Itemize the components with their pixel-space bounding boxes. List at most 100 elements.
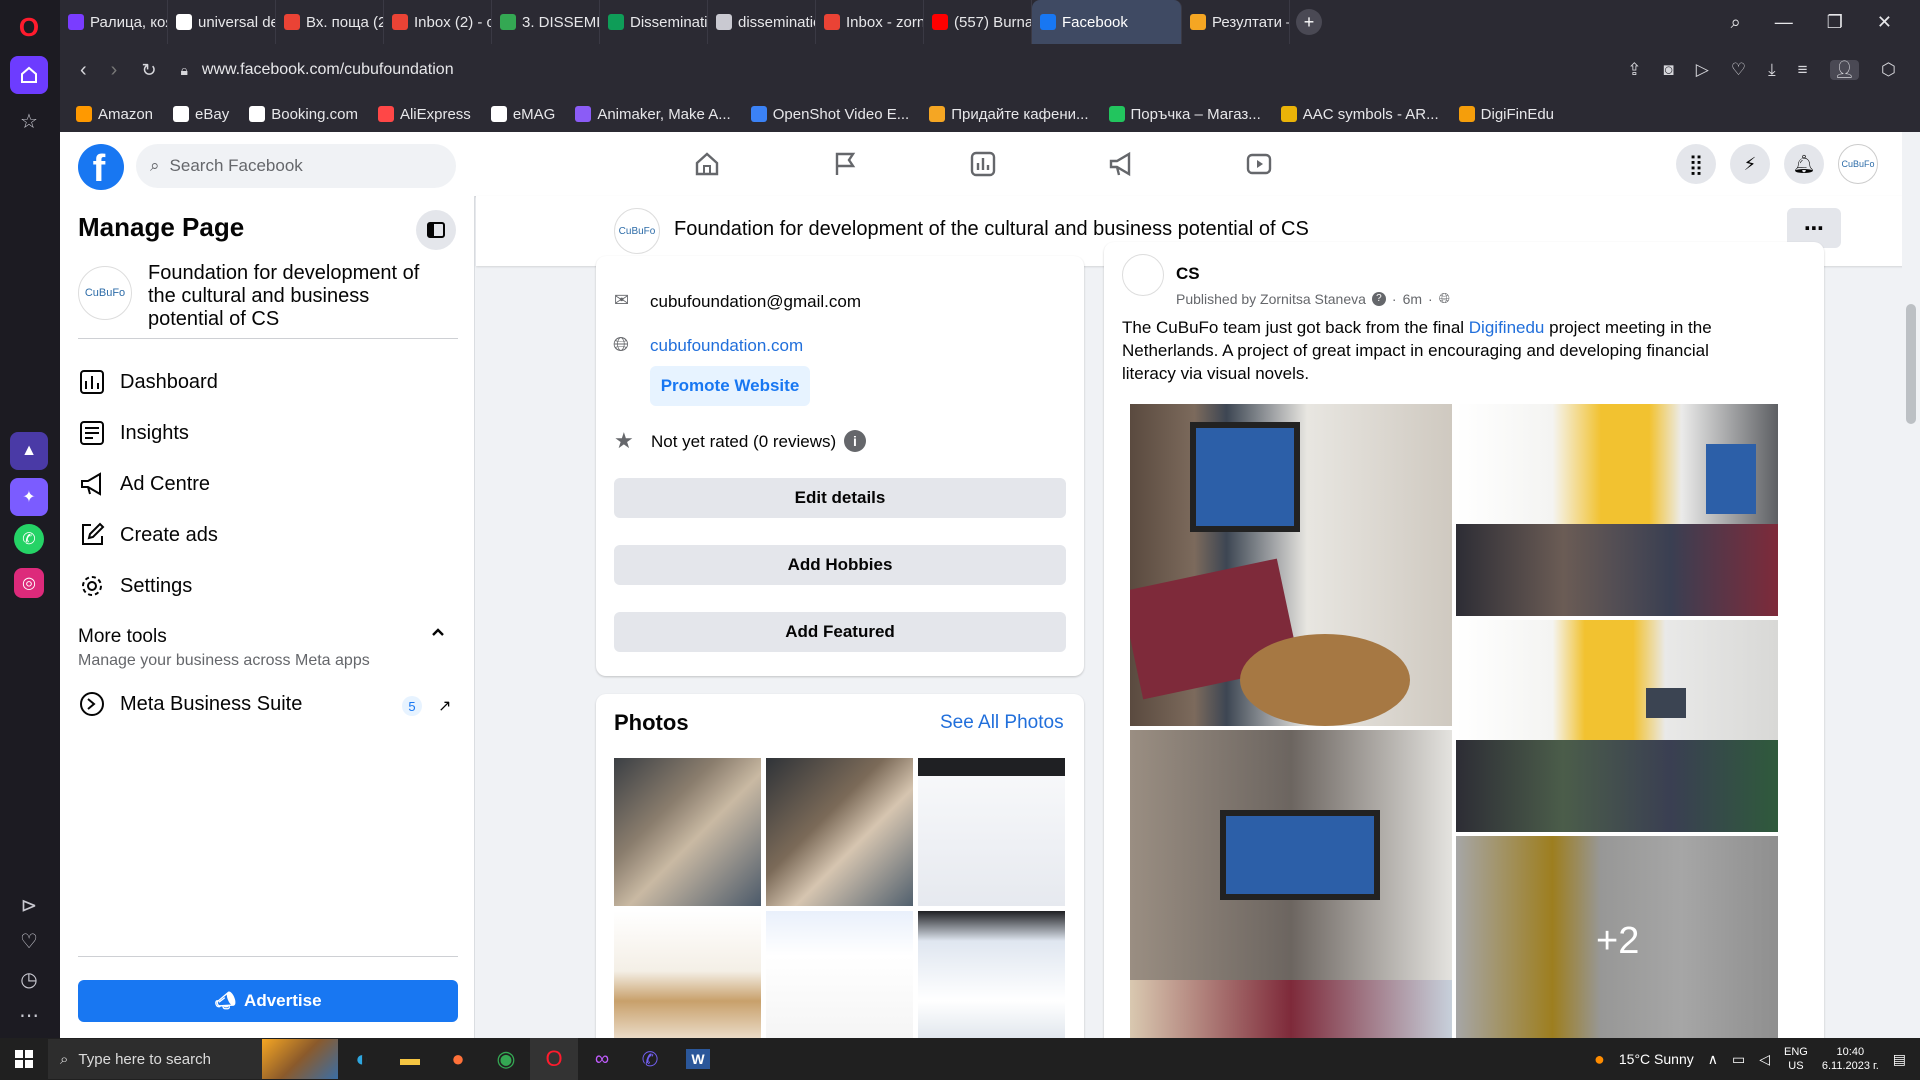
page-avatar[interactable]: CuBuFo (78, 266, 132, 320)
star-icon[interactable]: ☆ (10, 102, 48, 140)
video-nav-icon[interactable] (1245, 150, 1273, 178)
post-photo-3[interactable] (1456, 620, 1778, 832)
help-icon[interactable]: ? (1371, 291, 1386, 306)
page-scrollbar-track[interactable] (1902, 132, 1920, 1038)
page-name[interactable]: Foundation for development of the cultur… (148, 262, 448, 331)
see-all-photos-link[interactable]: See All Photos (940, 712, 1064, 734)
flag-nav-icon[interactable] (831, 150, 859, 178)
header-page-avatar[interactable]: CuBuFo (614, 208, 660, 254)
tab-8[interactable]: (557) Burna (924, 0, 1032, 44)
bookmark-item[interactable]: eMAG (490, 106, 555, 123)
info-icon[interactable]: i (844, 430, 866, 452)
tab-1[interactable]: universal desig (168, 0, 276, 44)
search-box[interactable]: ⌕ Search Facebook (136, 144, 456, 188)
nav-dashboard[interactable]: Dashboard (78, 360, 458, 404)
extensions-icon[interactable]: ⬡ (1881, 60, 1896, 80)
bookmark-item[interactable]: Animaker, Make A... (575, 106, 731, 123)
tab-4[interactable]: 3. DISSEMINATI (492, 0, 600, 44)
network-icon[interactable]: ▭ (1732, 1051, 1745, 1068)
home-icon[interactable] (10, 56, 48, 94)
post-time[interactable]: 6m (1403, 291, 1422, 307)
photo-thumbnail[interactable] (918, 758, 1065, 906)
post-photo-2[interactable] (1456, 404, 1778, 616)
tab-0[interactable]: Ралица, която (60, 0, 168, 44)
external-link-icon[interactable]: ↗ (438, 696, 451, 716)
digifinedu-link[interactable]: Digifinedu (1469, 318, 1545, 337)
chrome-icon[interactable]: ◉ (482, 1038, 530, 1080)
bookmark-item[interactable]: OpenShot Video E... (750, 106, 909, 123)
nav-insights[interactable]: Insights (78, 411, 458, 455)
history-icon[interactable]: ◷ (10, 960, 48, 998)
promote-website-button[interactable]: Promote Website (650, 366, 810, 406)
messenger-app-icon[interactable]: ✦ (10, 478, 48, 516)
search-input[interactable]: Search Facebook (170, 156, 303, 176)
heart-icon[interactable]: ♡ (10, 922, 48, 960)
tab-10[interactable]: Резултати – Di (1182, 0, 1290, 44)
post-photo-4[interactable] (1130, 730, 1452, 1038)
tray-chevron-icon[interactable]: ∧ (1708, 1051, 1718, 1068)
more-icon[interactable]: ⋯ (10, 996, 48, 1034)
add-featured-button[interactable]: Add Featured (614, 612, 1066, 652)
tab-9[interactable]: Facebook (1032, 0, 1182, 44)
instagram-icon[interactable]: ◎ (14, 568, 44, 598)
opera-logo-icon[interactable]: O (10, 8, 48, 46)
tab-3[interactable]: Inbox (2) - cub (384, 0, 492, 44)
more-tools-heading[interactable]: More tools (78, 626, 167, 648)
restore-button[interactable]: ❐ (1827, 12, 1843, 33)
new-tab-button[interactable]: + (1296, 9, 1322, 35)
clock[interactable]: 10:40 6.11.2023 г. (1822, 1045, 1879, 1073)
post-author-avatar[interactable] (1122, 254, 1164, 296)
minimize-button[interactable]: — (1775, 12, 1793, 33)
nav-meta-business-suite[interactable]: Meta Business Suite (78, 682, 458, 726)
page-scrollbar-thumb[interactable] (1906, 304, 1916, 424)
close-window-button[interactable]: ✕ (1877, 12, 1892, 33)
edit-details-button[interactable]: Edit details (614, 478, 1066, 518)
aria-icon[interactable]: ▲ (10, 432, 48, 470)
share-icon[interactable]: ⇪ (1627, 60, 1641, 80)
opera-taskbar-icon[interactable]: O (530, 1038, 578, 1080)
taskbar-search-input[interactable]: Type here to search (78, 1051, 211, 1068)
bookmark-item[interactable]: Booking.com (249, 106, 358, 123)
chevron-up-icon[interactable] (430, 624, 446, 645)
search-tabs-icon[interactable]: ⌕ (1731, 12, 1741, 33)
account-avatar[interactable]: CuBuFo (1838, 144, 1878, 184)
nav-settings[interactable]: Settings (78, 564, 458, 608)
notifications-bell-icon[interactable]: 🔔︎ (1784, 144, 1824, 184)
url-field[interactable]: www.facebook.com/cubufoundation (202, 61, 454, 79)
bookmark-item[interactable]: Amazon (76, 106, 153, 123)
collapse-sidebar-icon[interactable] (416, 210, 456, 250)
post-photo-1[interactable] (1130, 404, 1452, 726)
profile-icon[interactable]: 👤︎ (1829, 60, 1860, 80)
forward-icon[interactable]: › (111, 59, 118, 82)
website-link[interactable]: cubufoundation.com (650, 336, 803, 356)
tab-5[interactable]: Dissemination F (600, 0, 708, 44)
photo-thumbnail[interactable] (918, 911, 1065, 1038)
camera-icon[interactable]: ◙ (1664, 60, 1674, 80)
email-text[interactable]: cubufoundation@gmail.com (650, 292, 861, 312)
edge-icon[interactable]: ◐ (338, 1038, 386, 1080)
bookmark-item[interactable]: AAC symbols - AR... (1280, 106, 1439, 123)
tab-2[interactable]: Вх. поща (2) - (276, 0, 384, 44)
heart-toolbar-icon[interactable]: ♡ (1731, 60, 1746, 80)
advertise-button[interactable]: 📣︎ Advertise (78, 980, 458, 1022)
tab-6[interactable]: dissemination.e (708, 0, 816, 44)
windows-start-icon[interactable] (0, 1038, 48, 1080)
home-nav-icon[interactable] (693, 150, 721, 178)
megaphone-nav-icon[interactable] (1107, 150, 1135, 178)
menu-grid-icon[interactable]: ⣿ (1676, 144, 1716, 184)
facebook-logo-icon[interactable]: f (78, 144, 124, 190)
player-icon[interactable]: ⊳ (10, 886, 48, 924)
reload-icon[interactable]: ↻ (141, 60, 156, 81)
volume-icon[interactable]: ◁ (1759, 1051, 1770, 1068)
bookmark-item[interactable]: eBay (173, 106, 229, 123)
photo-thumbnail[interactable] (614, 911, 761, 1038)
taskbar-search[interactable]: ⌕ Type here to search (48, 1039, 338, 1079)
game-app-icon[interactable]: ∞ (578, 1038, 626, 1080)
post-author-name[interactable]: CS (1176, 264, 1200, 284)
bookmark-item[interactable]: Придайте кафени... (929, 106, 1089, 123)
word-icon[interactable]: W (674, 1038, 722, 1080)
file-explorer-icon[interactable]: ▬ (386, 1038, 434, 1080)
bookmark-item[interactable]: AliExpress (377, 106, 471, 123)
bookmark-item[interactable]: Поръчка – Магаз... (1108, 106, 1261, 123)
download-icon[interactable]: ⤓ (1768, 60, 1776, 80)
